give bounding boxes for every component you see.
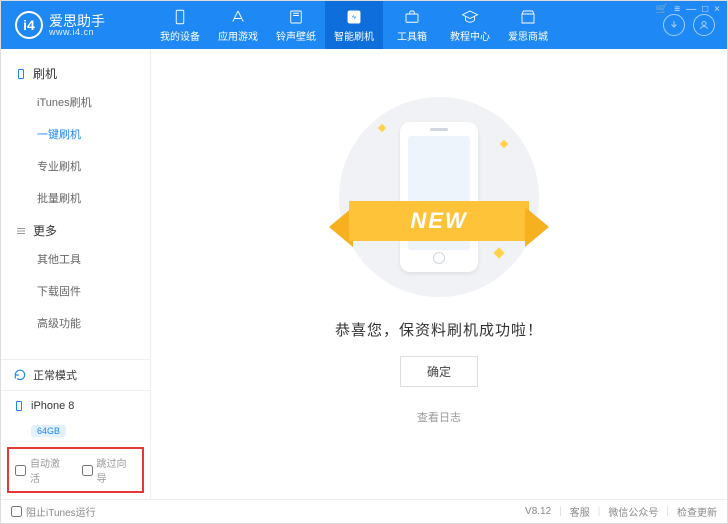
sidebar-item-itunes-flash[interactable]: iTunes刷机 [1,86,150,118]
mode-label: 正常模式 [33,367,77,383]
refresh-icon [13,368,27,382]
separator: | [666,506,669,517]
logo-icon: i4 [15,11,43,39]
tab-tutorial[interactable]: 教程中心 [441,1,499,49]
sidebar: 刷机 iTunes刷机 一键刷机 专业刷机 批量刷机 更多 其他工具 下载固件 … [1,49,151,499]
menu-icon[interactable]: ≡ [674,4,680,15]
checkbox-input[interactable] [82,465,93,476]
footer: 阻止iTunes运行 V8.12 | 客服 | 微信公众号 | 检查更新 [1,499,727,523]
checkbox-input[interactable] [15,465,26,476]
menu-icon [15,224,27,238]
checkbox-block-itunes[interactable]: 阻止iTunes运行 [11,504,96,519]
sidebar-item-pro-flash[interactable]: 专业刷机 [1,150,150,182]
tab-device[interactable]: 我的设备 [151,1,209,49]
sidebar-group-label: 刷机 [33,65,57,82]
sidebar-group-flash[interactable]: 刷机 [1,57,150,86]
tab-ring[interactable]: 铃声壁纸 [267,1,325,49]
tab-flash[interactable]: 智能刷机 [325,1,383,49]
toolbox-icon [403,8,421,26]
cart-icon[interactable]: 🛒 [656,4,668,15]
checkbox-label: 跳过向导 [97,455,137,485]
sidebar-item-oneclick-flash[interactable]: 一键刷机 [1,118,150,150]
checkbox-label: 自动激活 [30,455,70,485]
support-link[interactable]: 客服 [570,504,590,519]
sidebar-group-label: 更多 [33,222,57,239]
tab-label: 教程中心 [450,28,490,43]
flash-icon [345,8,363,26]
maximize-button[interactable]: □ [702,4,708,15]
smartphone-icon [13,398,25,414]
graduation-icon [461,8,479,26]
sidebar-item-other-tools[interactable]: 其他工具 [1,243,150,275]
tab-mall[interactable]: 爱思商城 [499,1,557,49]
sidebar-item-download-firmware[interactable]: 下载固件 [1,275,150,307]
app-name: 爱思助手 [49,14,105,28]
app-url: www.i4.cn [49,28,105,37]
tab-label: 智能刷机 [334,28,374,43]
main-tabs: 我的设备 应用游戏 铃声壁纸 智能刷机 工具箱 教程中心 [151,1,557,49]
separator: | [598,506,601,517]
sidebar-group-more[interactable]: 更多 [1,214,150,243]
sidebar-item-advanced[interactable]: 高级功能 [1,307,150,339]
success-message: 恭喜您，保资料刷机成功啦！ [335,319,543,340]
tab-label: 应用游戏 [218,28,258,43]
tab-apps[interactable]: 应用游戏 [209,1,267,49]
tab-label: 铃声壁纸 [276,28,316,43]
app-logo: i4 爱思助手 www.i4.cn [1,11,151,39]
star-icon [378,124,386,132]
checkbox-skip-wizard[interactable]: 跳过向导 [82,455,137,485]
user-button[interactable] [693,14,715,36]
view-log-link[interactable]: 查看日志 [417,409,461,425]
success-illustration: NEW [339,97,539,297]
download-button[interactable] [663,14,685,36]
music-icon [287,8,305,26]
checkbox-auto-activate[interactable]: 自动激活 [15,455,70,485]
wechat-link[interactable]: 微信公众号 [608,504,658,519]
tab-label: 工具箱 [397,28,427,43]
version-label: V8.12 [525,506,551,517]
ok-button[interactable]: 确定 [400,356,478,387]
checkbox-input[interactable] [11,506,22,517]
device-row[interactable]: iPhone 8 [1,391,150,421]
options-highlight-box: 自动激活 跳过向导 [7,447,144,493]
mode-row[interactable]: 正常模式 [1,360,150,391]
appstore-icon [229,8,247,26]
tab-tools[interactable]: 工具箱 [383,1,441,49]
minimize-button[interactable]: — [686,4,696,15]
titlebar: i4 爱思助手 www.i4.cn 我的设备 应用游戏 铃声壁纸 智能刷机 [1,1,727,49]
smartphone-icon [171,8,189,26]
new-ribbon: NEW [319,193,559,249]
main-content: NEW 恭喜您，保资料刷机成功啦！ 确定 查看日志 [151,49,727,499]
device-name: iPhone 8 [31,400,74,412]
star-icon [500,140,508,148]
smartphone-icon [15,67,27,81]
tab-label: 我的设备 [160,28,200,43]
checkbox-label: 阻止iTunes运行 [26,504,96,519]
close-button[interactable]: × [714,4,720,15]
update-link[interactable]: 检查更新 [677,504,717,519]
storage-badge: 64GB [31,425,66,437]
sidebar-item-batch-flash[interactable]: 批量刷机 [1,182,150,214]
tab-label: 爱思商城 [508,28,548,43]
shop-icon [519,8,537,26]
ribbon-text: NEW [410,208,467,234]
separator: | [559,506,562,517]
star-icon [493,247,504,258]
